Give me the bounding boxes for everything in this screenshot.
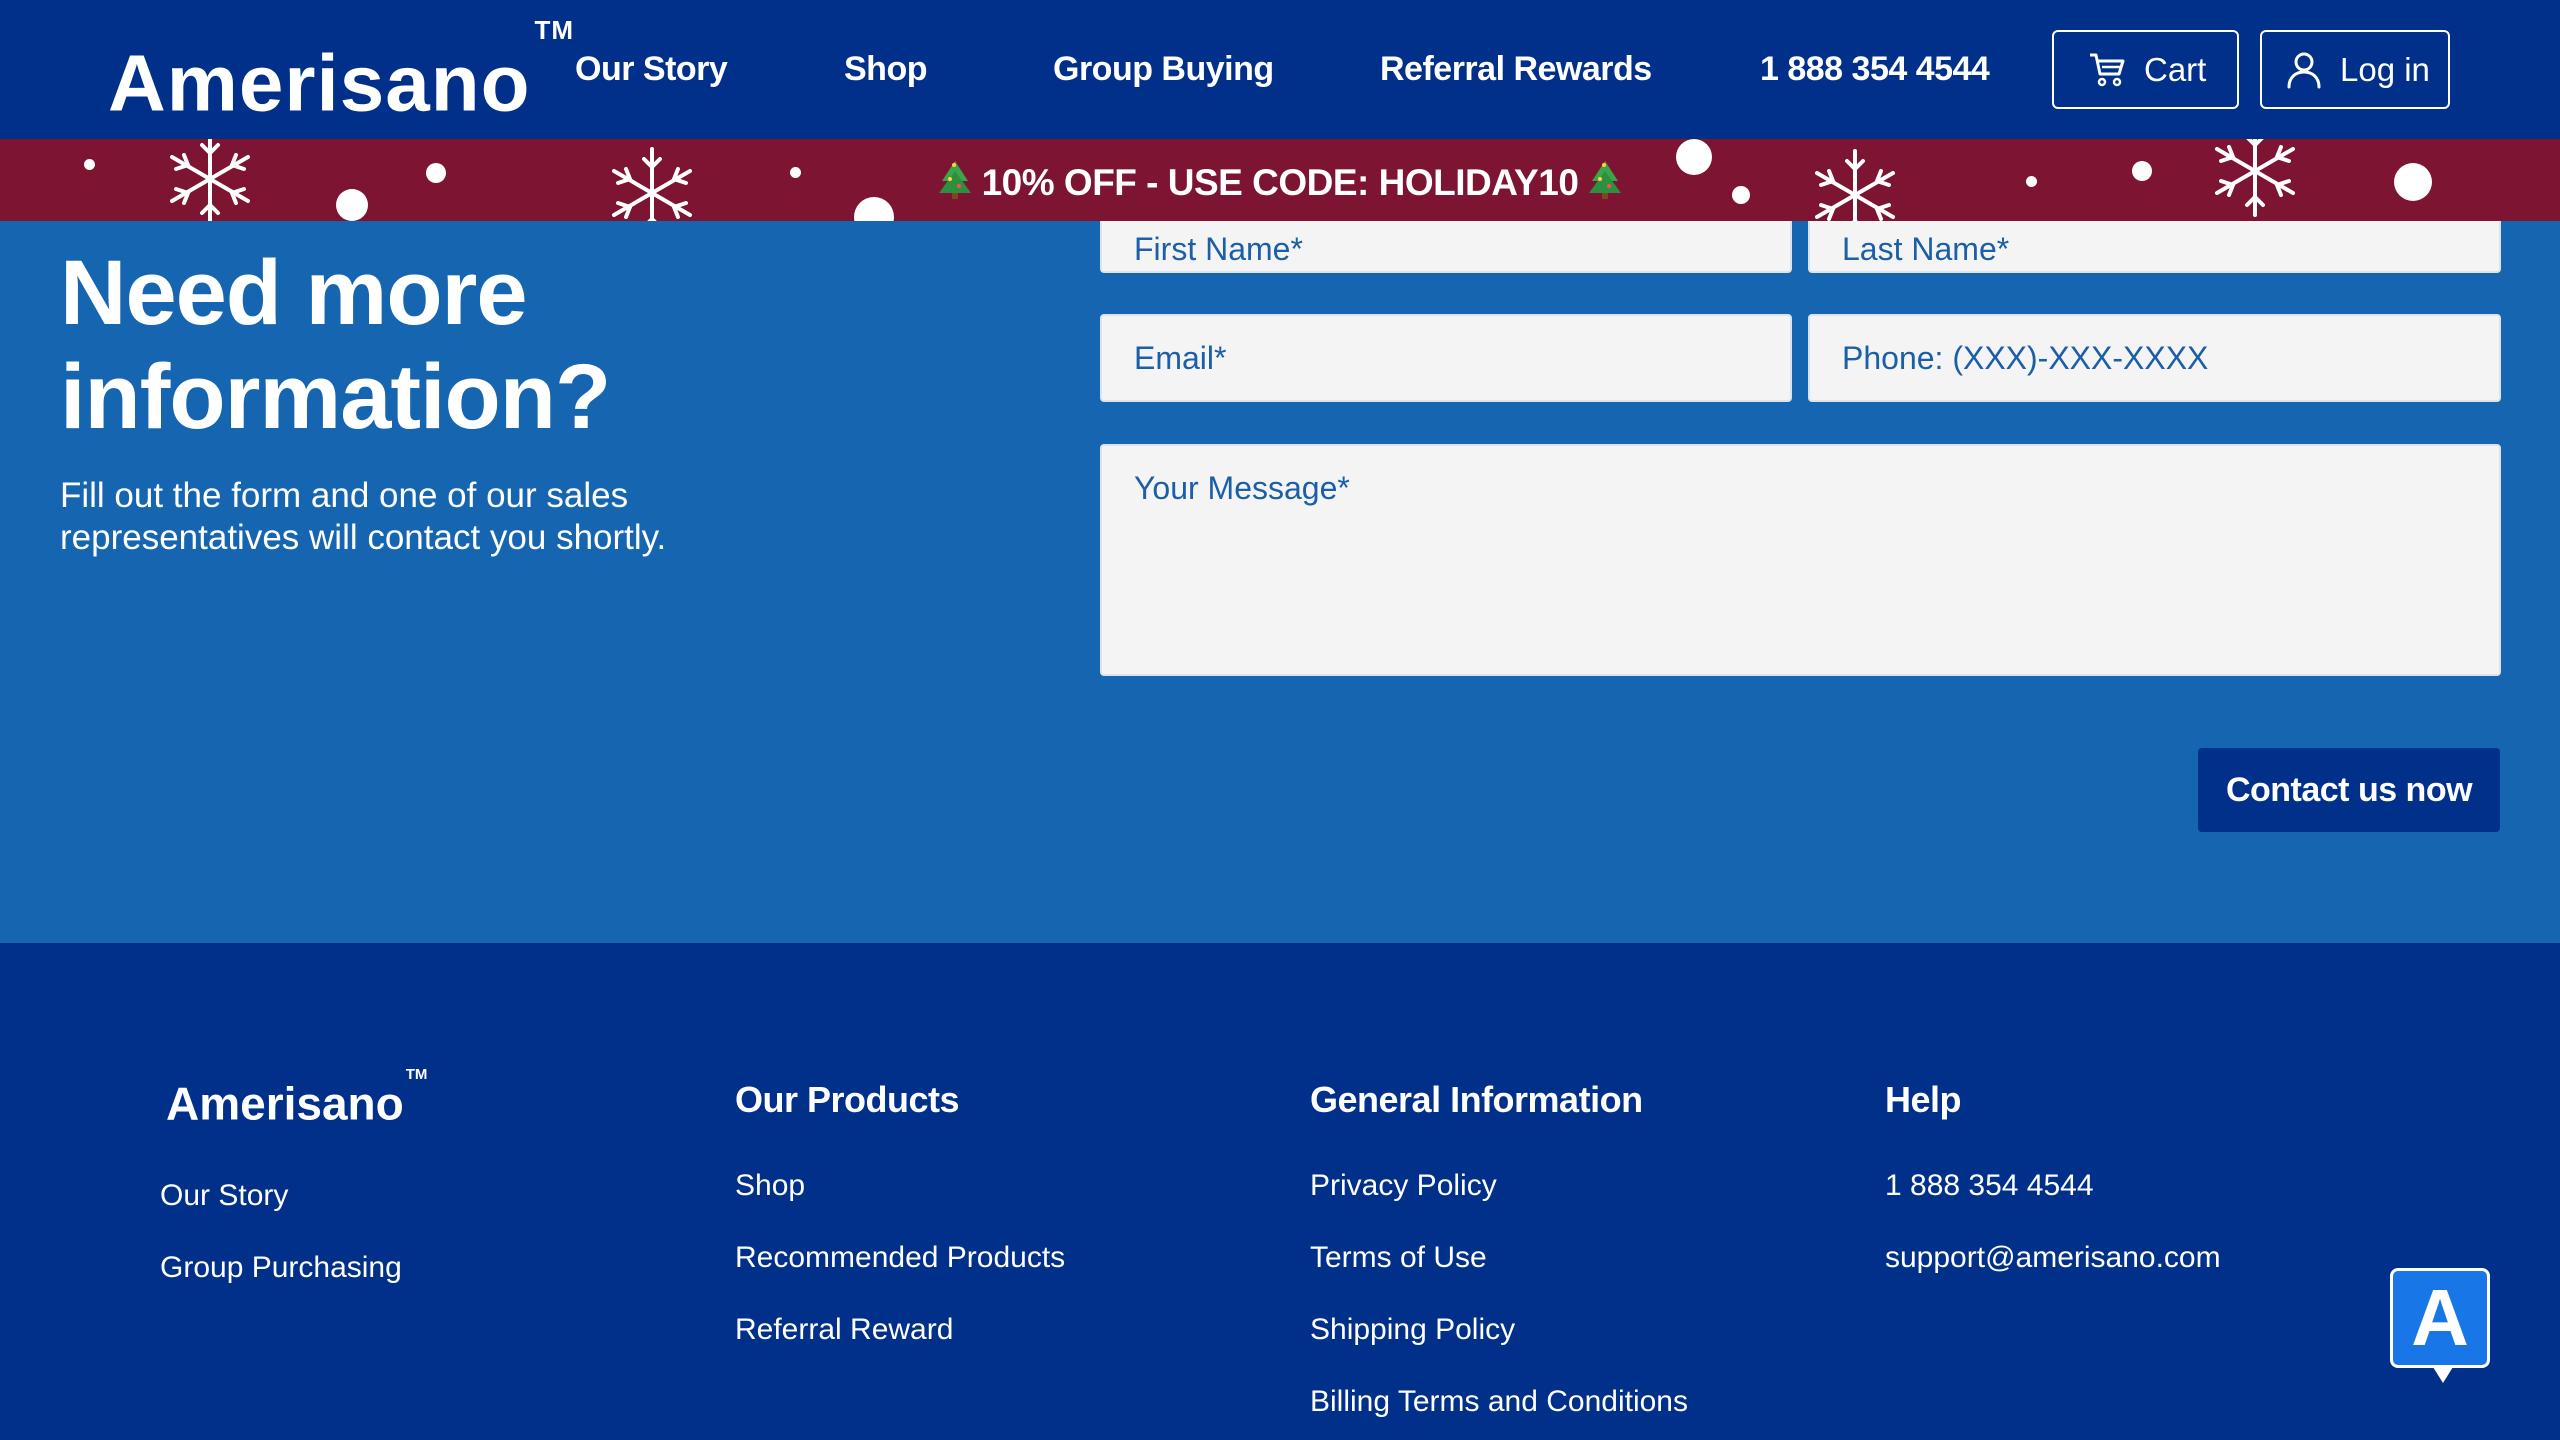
nav-group-buying[interactable]: Group Buying — [1053, 48, 1274, 90]
login-label: Log in — [2340, 50, 2430, 88]
last-name-field[interactable]: Last Name* — [1808, 221, 2501, 273]
brand-logo-text: Amerisano — [108, 38, 531, 128]
cart-icon — [2090, 53, 2125, 86]
footer-link-terms-of-use[interactable]: Terms of Use — [1310, 1240, 1487, 1276]
promo-message: 10% OFF - USE CODE: HOLIDAY10 — [0, 159, 2560, 204]
nav-our-story[interactable]: Our Story — [575, 48, 728, 90]
phone-placeholder: Phone: (XXX)-XXX-XXXX — [1842, 340, 2209, 376]
footer-link-shipping-policy[interactable]: Shipping Policy — [1310, 1312, 1515, 1348]
footer-link-shop[interactable]: Shop — [735, 1168, 805, 1204]
holiday-promo-banner: 10% OFF - USE CODE: HOLIDAY10 — [0, 139, 2560, 221]
footer-help-title: Help — [1885, 1079, 1962, 1120]
footer-link-phone[interactable]: 1 888 354 4544 — [1885, 1168, 2094, 1204]
footer-link-group-purchasing[interactable]: Group Purchasing — [160, 1250, 402, 1286]
footer-logo-text: Amerisano — [166, 1077, 404, 1130]
site-footer: AmerisanoTM Our Story Group Purchasing O… — [0, 943, 2560, 1440]
cart-button[interactable]: Cart — [2052, 30, 2239, 109]
footer-link-our-story[interactable]: Our Story — [160, 1178, 288, 1214]
promo-code-text: 10% OFF - USE CODE: HOLIDAY10 — [981, 162, 1579, 203]
last-name-placeholder: Last Name* — [1842, 231, 2010, 267]
christmas-tree-icon — [938, 161, 971, 199]
contact-heading-line1: Need more — [60, 242, 528, 344]
footer-link-billing-terms[interactable]: Billing Terms and Conditions — [1310, 1384, 1688, 1420]
brand-logo[interactable]: AmerisanoTM — [108, 15, 573, 128]
nav-phone-number[interactable]: 1 888 354 4544 — [1760, 48, 1990, 90]
cart-label: Cart — [2144, 50, 2207, 88]
footer-link-recommended-products[interactable]: Recommended Products — [735, 1240, 1065, 1276]
footer-link-privacy-policy[interactable]: Privacy Policy — [1310, 1168, 1497, 1204]
footer-products-title: Our Products — [735, 1079, 960, 1120]
email-field[interactable]: Email* — [1100, 314, 1792, 402]
chat-widget-letter: A — [2411, 1273, 2469, 1362]
footer-general-title: General Information — [1310, 1079, 1643, 1120]
first-name-placeholder: First Name* — [1134, 231, 1303, 267]
chat-widget-button[interactable]: A — [2390, 1268, 2490, 1383]
contact-us-button[interactable]: Contact us now — [2198, 748, 2500, 832]
message-textarea[interactable]: Your Message* — [1100, 444, 2501, 676]
contact-subtext: Fill out the form and one of our sales r… — [60, 476, 667, 557]
email-placeholder: Email* — [1134, 340, 1227, 376]
contact-section: Need more information? Fill out the form… — [0, 221, 2560, 943]
footer-trademark-mark: TM — [405, 1066, 428, 1083]
christmas-tree-icon — [1589, 161, 1622, 199]
phone-field[interactable]: Phone: (XXX)-XXX-XXXX — [1808, 314, 2501, 402]
footer-logo[interactable]: AmerisanoTM — [166, 1066, 427, 1130]
user-icon — [2287, 52, 2321, 88]
site-header: AmerisanoTM Our Story Shop Group Buying … — [0, 0, 2560, 139]
trademark-mark: TM — [534, 15, 575, 45]
login-button[interactable]: Log in — [2260, 30, 2450, 109]
message-placeholder: Your Message* — [1134, 470, 1350, 506]
first-name-field[interactable]: First Name* — [1100, 221, 1792, 273]
nav-shop[interactable]: Shop — [844, 48, 927, 90]
footer-link-support-email[interactable]: support@amerisano.com — [1885, 1240, 2221, 1276]
contact-heading-line2: information? — [60, 346, 611, 448]
contact-heading: Need more information? — [60, 241, 611, 449]
footer-link-referral-reward[interactable]: Referral Reward — [735, 1312, 953, 1348]
nav-referral-rewards[interactable]: Referral Rewards — [1380, 48, 1652, 90]
